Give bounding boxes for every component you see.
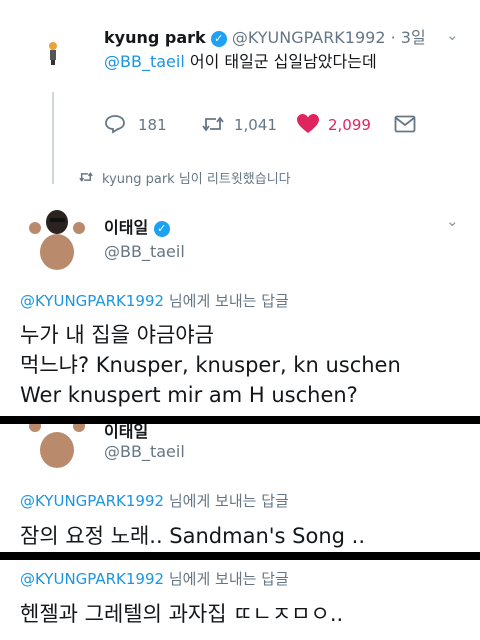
chevron-down-icon[interactable]: ⌄ [446, 212, 459, 230]
tweet-panel-1: kyung park ✓ @KYUNGPARK1992 · 3일 ⌄ @BB_t… [0, 0, 480, 416]
avatar-figure-icon [49, 42, 57, 65]
tweet3-author-name[interactable]: 이태일 [104, 424, 148, 442]
reply-button[interactable] [104, 114, 126, 138]
tweet3-reply-handle[interactable]: @KYUNGPARK1992 [20, 492, 164, 510]
tweet2-line2: 먹느냐? Knusper, knusper, kn uschen [20, 353, 401, 377]
like-button[interactable] [296, 113, 320, 139]
tweet3-reply-context: @KYUNGPARK1992 님에게 보내는 답글 [20, 490, 289, 511]
tweet4-body: 헨젤과 그레텔의 과자집 ㄸㄴㅈㅁㅇ.. [20, 602, 344, 626]
retweet-button[interactable] [200, 114, 226, 138]
retweet-notice-icon-wrap [78, 169, 94, 188]
tweet2-author: 이태일 ✓ [104, 214, 170, 238]
tweet1-body: 어이 태일군 십일남았다는데 [189, 52, 377, 71]
tweet2-author-handle[interactable]: @BB_taeil [104, 242, 185, 261]
chevron-down-icon[interactable]: ⌄ [446, 26, 459, 44]
tweet1-text: @BB_taeil 어이 태일군 십일남았다는데 [104, 48, 377, 72]
tweet1-author-handle[interactable]: @KYUNGPARK1992 [232, 28, 386, 47]
tweet2-body: 누가 내 집을 야금야금 먹느냐? Knusper, knusper, kn u… [20, 320, 401, 410]
thread-line [52, 92, 54, 184]
avatar-photo-icon [29, 210, 85, 270]
tweet2-author-name[interactable]: 이태일 [104, 218, 148, 237]
tweet4-reply-context: @KYUNGPARK1992 님에게 보내는 답글 [20, 568, 289, 589]
retweet-small-icon [79, 172, 93, 182]
tweet1-mention[interactable]: @BB_taeil [104, 52, 185, 71]
avatar-photo-icon [29, 424, 85, 468]
tweet1-time[interactable]: 3일 [401, 28, 426, 47]
tweet2-reply-context: @KYUNGPARK1992 님에게 보내는 답글 [20, 290, 289, 311]
verified-badge-icon: ✓ [153, 220, 170, 237]
tweet-panel-3: @KYUNGPARK1992 님에게 보내는 답글 헨젤과 그레텔의 과자집 ㄸ… [0, 560, 480, 640]
tweet4-reply-suffix: 님에게 보내는 답글 [168, 570, 289, 588]
tweet2-reply-handle[interactable]: @KYUNGPARK1992 [20, 292, 164, 310]
reply-icon [105, 115, 125, 134]
tweet1-author-name[interactable]: kyung park [104, 28, 206, 47]
tweet3-reply-suffix: 님에게 보내는 답글 [168, 492, 289, 510]
dm-button[interactable] [394, 115, 416, 137]
tweet2-line1: 누가 내 집을 야금야금 [20, 323, 214, 347]
reply-count: 181 [138, 116, 167, 134]
tweet3-body: 잠의 요정 노래.. Sandman's Song .. [20, 524, 366, 548]
tweet2-line3: Wer knuspert mir am H uschen? [20, 383, 358, 407]
lee-taeil-avatar[interactable] [20, 196, 94, 270]
retweet-notice-text[interactable]: kyung park 님이 리트윗했습니다 [102, 168, 291, 187]
tweet4-reply-handle[interactable]: @KYUNGPARK1992 [20, 570, 164, 588]
tweet1-dot: · [390, 28, 396, 47]
tweet-panel-2: 이태일 @BB_taeil @KYUNGPARK1992 님에게 보내는 답글 … [0, 424, 480, 552]
retweet-icon [202, 116, 224, 132]
kyung-park-avatar[interactable] [28, 28, 78, 78]
tweet3-author-handle[interactable]: @BB_taeil [104, 442, 185, 461]
verified-badge-icon: ✓ [210, 30, 227, 47]
like-count: 2,099 [328, 116, 371, 134]
tweet1-header: kyung park ✓ @KYUNGPARK1992 · 3일 [104, 24, 426, 48]
tweet2-reply-suffix: 님에게 보내는 답글 [168, 292, 289, 310]
heart-icon [297, 114, 319, 133]
envelope-icon [394, 115, 416, 133]
lee-taeil-avatar-cropped[interactable] [20, 424, 94, 468]
retweet-count: 1,041 [234, 116, 277, 134]
